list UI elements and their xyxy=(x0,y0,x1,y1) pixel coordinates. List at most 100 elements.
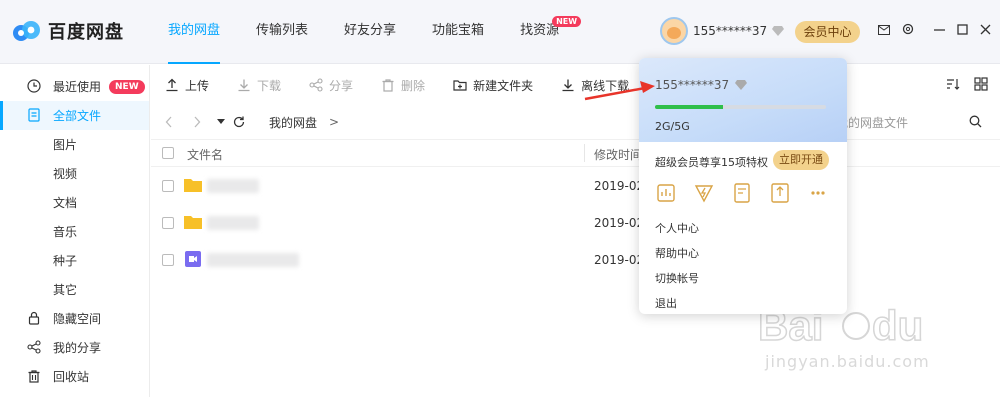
grid-view-icon[interactable] xyxy=(974,77,988,94)
back-icon[interactable] xyxy=(165,116,173,128)
select-all-checkbox[interactable] xyxy=(162,147,174,159)
sort-icon[interactable] xyxy=(946,77,960,94)
sidebar-item-label: 文档 xyxy=(53,196,78,210)
storage-progress-fill xyxy=(655,105,724,109)
row-checkbox[interactable] xyxy=(162,180,174,192)
new-badge: NEW xyxy=(109,79,145,94)
sidebar-item-label: 音乐 xyxy=(53,225,78,239)
table-row[interactable]: 2019-02- xyxy=(151,241,1000,279)
app-logo[interactable]: 百度网盘 xyxy=(12,18,124,44)
menu-personal-center[interactable]: 个人中心 xyxy=(655,216,699,241)
more-icon[interactable] xyxy=(807,182,829,204)
username: 155******37 xyxy=(693,24,768,38)
sidebar-item-label: 我的分享 xyxy=(53,341,102,355)
breadcrumb-separator: > xyxy=(329,115,340,129)
toolbar: 上传 下载 分享 删除 新建文件夹 离线下载 xyxy=(151,65,1000,105)
new-badge: NEW xyxy=(552,16,582,27)
sidebar-item-music[interactable]: 音乐 xyxy=(0,217,149,246)
nav-label: 功能宝箱 xyxy=(432,23,485,38)
column-name[interactable]: 文件名 xyxy=(187,146,223,163)
offline-download-icon xyxy=(562,79,574,92)
sidebar-item-other[interactable]: 其它 xyxy=(0,275,149,304)
sidebar-item-my-share[interactable]: 我的分享 xyxy=(0,333,149,362)
nav-my-disk[interactable]: 我的网盘 xyxy=(150,0,238,64)
minimize-icon[interactable] xyxy=(934,24,945,38)
share-icon xyxy=(309,78,323,92)
upload-button[interactable]: 上传 xyxy=(165,77,209,94)
row-checkbox[interactable] xyxy=(162,217,174,229)
nav-find-resources[interactable]: 找资源 NEW xyxy=(502,0,582,64)
sidebar-item-label: 隐藏空间 xyxy=(53,312,102,326)
sidebar-item-hidden-space[interactable]: 隐藏空间 xyxy=(0,304,149,333)
sidebar-item-documents[interactable]: 文档 xyxy=(0,188,149,217)
sidebar-item-images[interactable]: 图片 xyxy=(0,130,149,159)
chart-privilege-icon[interactable] xyxy=(655,182,677,204)
search-icon[interactable] xyxy=(969,115,982,128)
menu-logout[interactable]: 退出 xyxy=(655,291,699,314)
new-folder-button[interactable]: 新建文件夹 xyxy=(453,77,533,94)
download-button[interactable]: 下载 xyxy=(237,77,281,94)
unlimited-doc-icon[interactable] xyxy=(731,182,753,204)
new-folder-icon xyxy=(453,80,467,91)
sidebar-item-label: 视频 xyxy=(53,167,78,181)
share-icon xyxy=(27,340,41,354)
clock-icon xyxy=(27,79,41,93)
dropdown-icon[interactable] xyxy=(217,119,225,125)
popup-username-row: 155******37 xyxy=(655,78,748,92)
document-icon xyxy=(28,108,40,122)
upload-label: 上传 xyxy=(185,78,210,93)
refresh-icon[interactable] xyxy=(233,116,245,128)
forward-icon[interactable] xyxy=(193,116,201,128)
folder-icon xyxy=(184,216,202,229)
diamond-icon xyxy=(735,80,748,90)
column-modified[interactable]: 修改时间 xyxy=(594,146,642,163)
vip-center-button[interactable]: 会员中心 xyxy=(795,21,860,43)
mail-icon[interactable] xyxy=(878,24,890,38)
sidebar-item-label: 全部文件 xyxy=(53,109,102,123)
download-icon xyxy=(238,79,250,92)
popup-menu: 个人中心 帮助中心 切换帐号 退出 xyxy=(655,216,699,314)
settings-icon[interactable] xyxy=(902,23,914,38)
offline-download-button[interactable]: 离线下载 xyxy=(561,77,629,94)
sidebar-item-videos[interactable]: 视频 xyxy=(0,159,149,188)
column-divider xyxy=(584,144,585,162)
share-button[interactable]: 分享 xyxy=(309,77,353,94)
open-vip-button[interactable]: 立即开通 xyxy=(773,150,829,170)
delete-label: 删除 xyxy=(401,78,426,93)
address-bar: 我的网盘 > 我的网盘文件 xyxy=(151,105,1000,139)
sidebar-item-torrents[interactable]: 种子 xyxy=(0,246,149,275)
nav-transfer-list[interactable]: 传输列表 xyxy=(238,0,326,64)
sidebar-item-recent[interactable]: 最近使用 NEW xyxy=(0,72,149,101)
file-name-blurred xyxy=(207,179,259,193)
maximize-icon[interactable] xyxy=(957,23,968,38)
close-icon[interactable] xyxy=(980,24,991,38)
upload-icon xyxy=(166,78,178,92)
delete-button[interactable]: 删除 xyxy=(381,77,425,94)
lock-icon xyxy=(28,311,40,325)
avatar[interactable] xyxy=(660,17,688,45)
table-row[interactable]: 2019-02- xyxy=(151,167,1000,205)
watermark-url: jingyan.baidu.com xyxy=(765,352,930,371)
upload-20g-icon[interactable] xyxy=(769,182,791,204)
nav-label: 我的网盘 xyxy=(168,23,221,38)
video-file-icon xyxy=(185,251,201,267)
storage-progress-bar xyxy=(655,105,826,109)
sidebar-item-recycle-bin[interactable]: 回收站 xyxy=(0,362,149,391)
sidebar-item-all-files[interactable]: 全部文件 xyxy=(0,101,149,130)
trash-icon xyxy=(28,370,40,383)
account-popup: 155******37 2G/5G 超级会员尊享15项特权 立即开通 个人中心 … xyxy=(639,58,847,314)
breadcrumb[interactable]: 我的网盘 xyxy=(269,114,317,131)
menu-help-center[interactable]: 帮助中心 xyxy=(655,241,699,266)
window-controls xyxy=(878,23,1000,38)
table-row[interactable]: 2019-02- xyxy=(151,204,1000,242)
view-controls xyxy=(932,77,988,94)
sidebar-item-label: 回收站 xyxy=(53,370,90,384)
nav-toolbox[interactable]: 功能宝箱 xyxy=(414,0,502,64)
menu-switch-account[interactable]: 切换帐号 xyxy=(655,266,699,291)
nav-friend-share[interactable]: 好友分享 xyxy=(326,0,414,64)
row-checkbox[interactable] xyxy=(162,254,174,266)
folder-icon xyxy=(184,179,202,192)
privilege-icons xyxy=(655,182,845,204)
speed-privilege-icon[interactable] xyxy=(693,182,715,204)
user-menu-trigger[interactable]: 155******37 xyxy=(660,17,785,45)
